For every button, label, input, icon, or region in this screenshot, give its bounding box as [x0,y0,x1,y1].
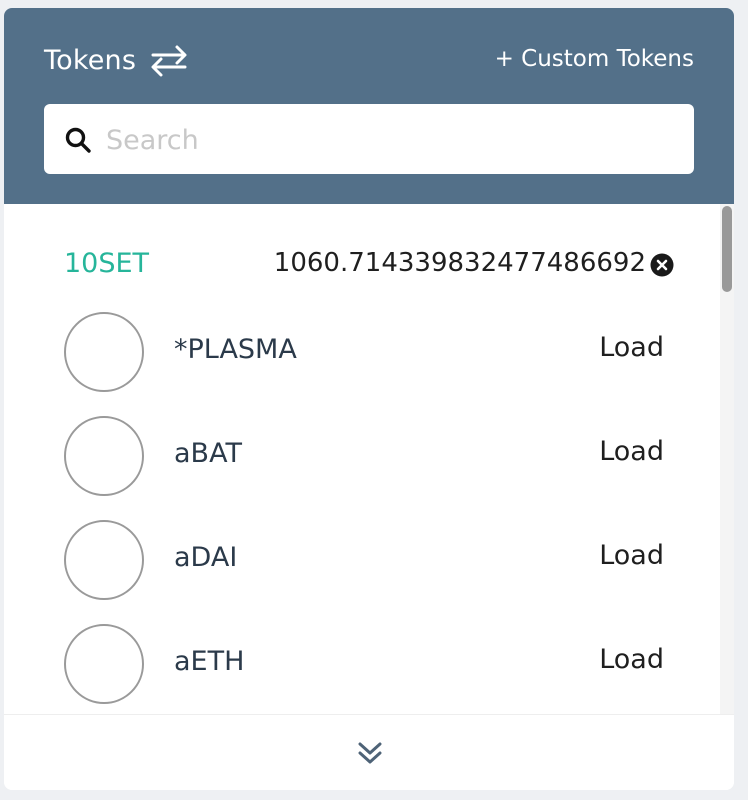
double-chevron-down-icon[interactable] [356,739,384,767]
scrollbar-thumb[interactable] [722,206,732,292]
token-logo-placeholder [64,520,144,600]
tokens-panel: Tokens + Custom Tokens 10SET 1060.714339… [4,8,734,790]
token-logo-placeholder [64,416,144,496]
token-name: *PLASMA [174,334,297,365]
remove-circle-icon[interactable] [650,253,674,277]
load-button[interactable]: Load [599,332,664,363]
token-name: aETH [174,646,245,677]
balance-row: 10SET 1060.714339832477486692 [4,248,704,288]
token-row: aBAT Load [4,416,704,506]
tokens-header: Tokens + Custom Tokens [4,8,734,204]
load-button[interactable]: Load [599,540,664,571]
token-name: aBAT [174,438,242,469]
token-logo-placeholder [64,624,144,704]
token-row: *PLASMA Load [4,312,704,402]
search-box [44,104,694,176]
balance-symbol: 10SET [64,248,150,279]
list-footer [4,714,734,790]
load-button[interactable]: Load [599,436,664,467]
token-list: 10SET 1060.714339832477486692 *PLASMA Lo… [4,204,734,714]
custom-tokens-button[interactable]: + Custom Tokens [495,46,694,72]
token-row: aDAI Load [4,520,704,610]
panel-title: Tokens [44,44,137,76]
search-input[interactable] [104,104,668,176]
token-name: aDAI [174,542,238,573]
title-wrap: Tokens [44,42,190,78]
search-icon [64,126,92,154]
token-row: aETH Load [4,624,704,714]
balance-amount: 1060.714339832477486692 [273,248,646,278]
token-logo-placeholder [64,312,144,392]
scrollbar-track[interactable] [720,204,734,714]
load-button[interactable]: Load [599,644,664,675]
swap-arrows-icon[interactable] [148,42,190,78]
